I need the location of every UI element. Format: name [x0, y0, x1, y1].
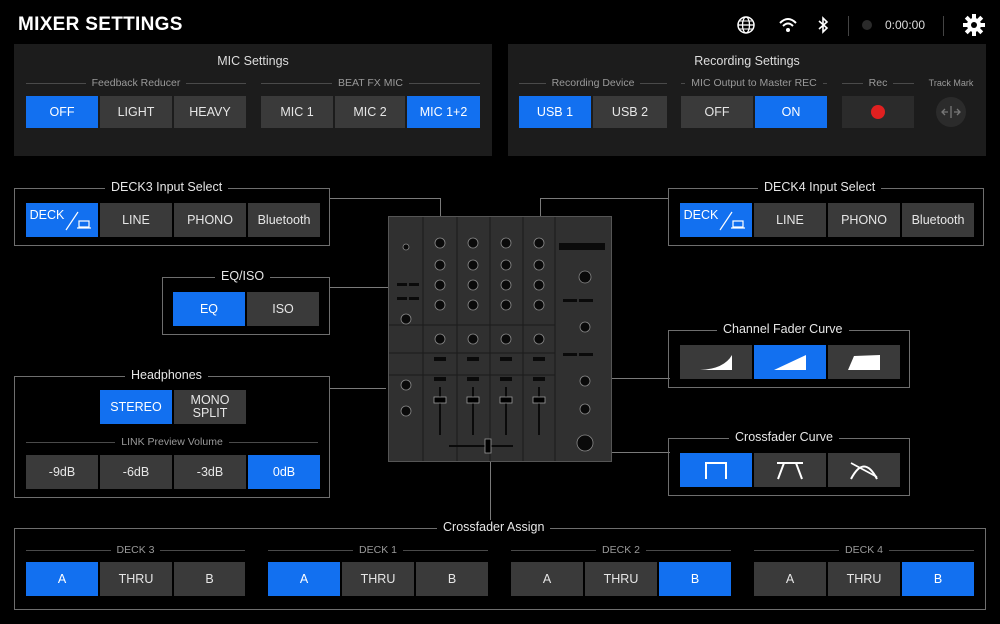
laptop-icon: [719, 211, 746, 231]
track-mark-icon: [936, 97, 966, 127]
feedback-light-button[interactable]: LIGHT: [100, 96, 172, 128]
deck4-bluetooth-button[interactable]: Bluetooth: [902, 203, 974, 237]
deck1-assign-b-button[interactable]: B: [416, 562, 488, 596]
link-preview-volume-label: LINK Preview Volume: [26, 436, 318, 448]
deck3-input-title: DECK3 Input Select: [105, 180, 229, 194]
globe-icon[interactable]: [734, 10, 758, 40]
curve-slow-icon: [700, 355, 732, 370]
rec-button[interactable]: [842, 96, 914, 128]
volume-minus9-button[interactable]: -9dB: [26, 455, 98, 489]
crossfader-curve-mid-button[interactable]: [754, 453, 826, 487]
connector-line: [330, 287, 390, 288]
channel-fader-curve-title: Channel Fader Curve: [717, 322, 849, 336]
beat-fx-mic1-2-button[interactable]: MIC 1+2: [407, 96, 480, 128]
beat-fx-mic1-button[interactable]: MIC 1: [261, 96, 333, 128]
laptop-icon: [65, 211, 92, 231]
mic-output-on-button[interactable]: ON: [755, 96, 827, 128]
deck-label: DECK: [29, 207, 65, 222]
crossfader-curve-title: Crossfader Curve: [729, 430, 839, 444]
deck4-phono-button[interactable]: PHONO: [828, 203, 900, 237]
crossfader-curve-smooth-button[interactable]: [828, 453, 900, 487]
record-icon: [871, 105, 885, 119]
page-title: MIXER SETTINGS: [18, 14, 183, 35]
connector-line: [540, 198, 541, 216]
volume-minus3-button[interactable]: -3dB: [174, 455, 246, 489]
deck2-assign-label: DECK 2: [511, 544, 731, 556]
beat-fx-mic2-button[interactable]: MIC 2: [335, 96, 405, 128]
volume-minus6-button[interactable]: -6dB: [100, 455, 172, 489]
headphones-title: Headphones: [125, 368, 208, 382]
connector-line: [490, 462, 491, 522]
deck1-assign-a-button[interactable]: A: [268, 562, 340, 596]
deck4-deck-button[interactable]: DECK: [680, 203, 752, 237]
deck3-phono-button[interactable]: PHONO: [174, 203, 246, 237]
mic-output-off-button[interactable]: OFF: [681, 96, 753, 128]
mic-output-label: MIC Output to Master REC: [681, 77, 827, 89]
deck1-assign-thru-button[interactable]: THRU: [342, 562, 414, 596]
connector-line: [540, 198, 668, 199]
deck4-line-button[interactable]: LINE: [754, 203, 826, 237]
feedback-reducer-label: Feedback Reducer: [26, 77, 246, 89]
deck3-bluetooth-button[interactable]: Bluetooth: [248, 203, 320, 237]
track-mark-button[interactable]: [933, 96, 969, 128]
mixer-diagram: [388, 216, 612, 462]
curve-mid-icon: [777, 462, 803, 480]
iso-button[interactable]: ISO: [247, 292, 319, 326]
curve-linear-icon: [774, 355, 806, 370]
connector-line: [330, 198, 440, 199]
track-mark-label: Track Mark: [928, 78, 974, 88]
fader-curve-fast-button[interactable]: [828, 345, 900, 379]
bluetooth-icon[interactable]: [813, 10, 833, 40]
mono-split-button[interactable]: MONO SPLIT: [174, 390, 246, 424]
deck2-assign-thru-button[interactable]: THRU: [585, 562, 657, 596]
fader-curve-linear-button[interactable]: [754, 345, 826, 379]
elapsed-time: 0:00:00: [884, 18, 926, 32]
deck3-assign-b-button[interactable]: B: [174, 562, 245, 596]
deck4-assign-thru-button[interactable]: THRU: [828, 562, 900, 596]
mixer-layout-graphic: [389, 217, 605, 461]
volume-0db-button[interactable]: 0dB: [248, 455, 320, 489]
stereo-button[interactable]: STEREO: [100, 390, 172, 424]
curve-sharp-icon: [705, 462, 727, 479]
wifi-icon[interactable]: [776, 10, 800, 40]
crossfader-curve-sharp-button[interactable]: [680, 453, 752, 487]
deck3-assign-a-button[interactable]: A: [26, 562, 98, 596]
separator: [943, 16, 944, 36]
mic-settings-title: MIC Settings: [217, 54, 289, 68]
deck4-assign-b-button[interactable]: B: [902, 562, 974, 596]
record-status-icon: [862, 20, 872, 30]
deck-label: DECK: [683, 207, 719, 222]
recording-settings-title: Recording Settings: [694, 54, 800, 68]
deck4-input-title: DECK4 Input Select: [758, 180, 882, 194]
deck3-deck-button[interactable]: DECK: [26, 203, 98, 237]
deck3-assign-thru-button[interactable]: THRU: [100, 562, 172, 596]
deck2-assign-b-button[interactable]: B: [659, 562, 731, 596]
curve-smooth-icon: [850, 462, 878, 480]
deck2-assign-a-button[interactable]: A: [511, 562, 583, 596]
deck3-line-button[interactable]: LINE: [100, 203, 172, 237]
deck4-assign-label: DECK 4: [754, 544, 974, 556]
crossfader-assign-title: Crossfader Assign: [437, 520, 551, 534]
connector-line: [330, 388, 386, 389]
feedback-heavy-button[interactable]: HEAVY: [174, 96, 246, 128]
rec-label: Rec: [842, 77, 914, 89]
deck3-assign-label: DECK 3: [26, 544, 245, 556]
deck1-assign-label: DECK 1: [268, 544, 488, 556]
separator: [848, 16, 849, 36]
eq-button[interactable]: EQ: [173, 292, 245, 326]
feedback-off-button[interactable]: OFF: [26, 96, 98, 128]
curve-fast-icon: [848, 355, 880, 370]
usb1-button[interactable]: USB 1: [519, 96, 591, 128]
usb2-button[interactable]: USB 2: [593, 96, 667, 128]
connector-line: [440, 198, 441, 216]
eq-iso-title: EQ/ISO: [215, 269, 271, 283]
fader-curve-slow-button[interactable]: [680, 345, 752, 379]
beat-fx-mic-label: BEAT FX MIC: [261, 77, 480, 89]
gear-icon[interactable]: [960, 10, 988, 40]
recording-device-label: Recording Device: [519, 77, 667, 89]
deck4-assign-a-button[interactable]: A: [754, 562, 826, 596]
